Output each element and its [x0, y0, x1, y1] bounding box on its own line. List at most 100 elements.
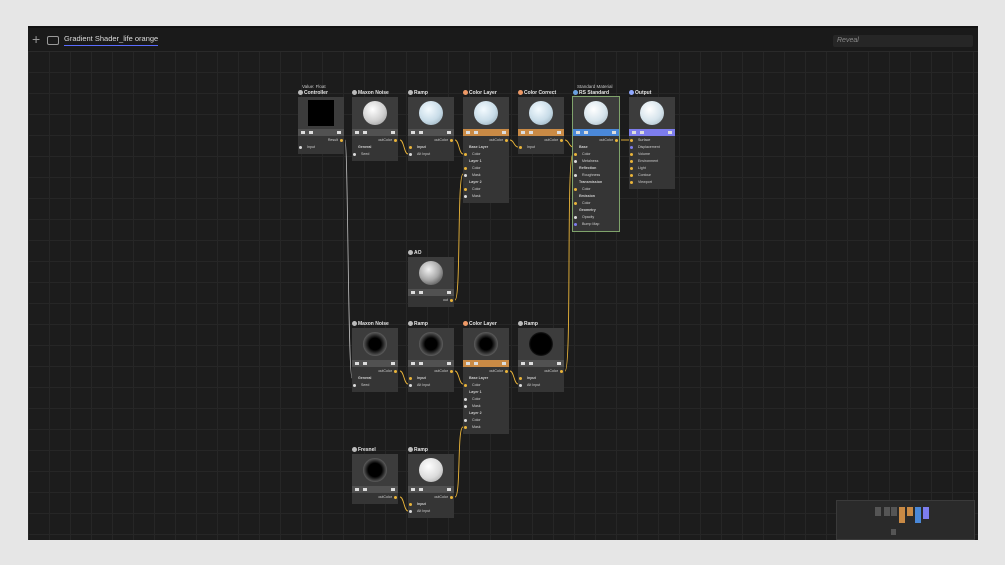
- port-input[interactable]: Bump Map: [573, 221, 619, 228]
- node-maxon-noise[interactable]: Maxon Noise outColor General Seed: [352, 90, 398, 161]
- node-toolbar[interactable]: [463, 129, 509, 136]
- node-ramp[interactable]: Ramp outColor Input Alt Input: [408, 90, 454, 161]
- port-output[interactable]: out: [408, 297, 454, 304]
- port-input[interactable]: Input: [408, 144, 454, 151]
- minimap[interactable]: [836, 500, 975, 540]
- port-input[interactable]: Seed: [352, 382, 398, 389]
- port-input[interactable]: Input: [518, 144, 564, 151]
- port-output[interactable]: outColor: [408, 137, 454, 144]
- port-input[interactable]: Alt Input: [408, 151, 454, 158]
- port-input[interactable]: Seed: [352, 151, 398, 158]
- port-input[interactable]: Roughness: [573, 172, 619, 179]
- port-output[interactable]: outColor: [408, 368, 454, 375]
- node-color-layer[interactable]: Color Layer outColor Base Layer Color La…: [463, 321, 509, 434]
- node-controller[interactable]: Value: Float Controller Result Input: [298, 84, 344, 154]
- port-input[interactable]: Environment: [629, 158, 675, 165]
- port-input[interactable]: Volume: [629, 151, 675, 158]
- port-group[interactable]: Reflection: [573, 165, 619, 172]
- port-group[interactable]: General: [352, 144, 398, 151]
- node-toolbar[interactable]: [352, 360, 398, 367]
- node-preview: [352, 328, 398, 360]
- port-input[interactable]: Color: [573, 186, 619, 193]
- port-group[interactable]: Emission: [573, 193, 619, 200]
- port-output[interactable]: Result: [298, 137, 344, 144]
- port-group[interactable]: Geometry: [573, 207, 619, 214]
- node-toolbar[interactable]: [352, 129, 398, 136]
- node-toolbar[interactable]: [573, 129, 619, 136]
- node-graph-canvas[interactable]: Value: Float Controller Result Input Max…: [28, 26, 978, 540]
- port-input[interactable]: Color: [463, 417, 509, 424]
- node-title: AO: [408, 250, 422, 256]
- port-output[interactable]: outColor: [518, 137, 564, 144]
- node-toolbar[interactable]: [298, 129, 344, 136]
- port-input[interactable]: Mask: [463, 403, 509, 410]
- port-group[interactable]: Base Layer: [463, 375, 509, 382]
- node-type-icon: [629, 90, 634, 95]
- port-input[interactable]: Displacement: [629, 144, 675, 151]
- node-title: Ramp: [518, 321, 538, 327]
- port-output[interactable]: outColor: [352, 494, 398, 501]
- node-output[interactable]: Output Surface Displacement Volume Envir…: [629, 90, 675, 189]
- port-group[interactable]: General: [352, 375, 398, 382]
- port-group[interactable]: Base Layer: [463, 144, 509, 151]
- node-toolbar[interactable]: [408, 360, 454, 367]
- port-input[interactable]: Color: [463, 151, 509, 158]
- port-input[interactable]: Color: [463, 382, 509, 389]
- node-maxon-noise[interactable]: Maxon Noise outColor General Seed: [352, 321, 398, 392]
- port-input[interactable]: Alt Input: [408, 382, 454, 389]
- node-toolbar[interactable]: [408, 486, 454, 493]
- port-input[interactable]: Contour: [629, 172, 675, 179]
- port-input[interactable]: Color: [463, 396, 509, 403]
- port-input[interactable]: Metalness: [573, 158, 619, 165]
- node-color-correct[interactable]: Color Correct outColor Input: [518, 90, 564, 154]
- node-title: Ramp: [408, 447, 428, 453]
- node-toolbar[interactable]: [518, 360, 564, 367]
- port-input[interactable]: Input: [408, 501, 454, 508]
- node-ramp[interactable]: Ramp outColor Input Alt Input: [408, 321, 454, 392]
- port-output[interactable]: outColor: [408, 494, 454, 501]
- port-input[interactable]: Mask: [463, 193, 509, 200]
- port-group[interactable]: Base: [573, 144, 619, 151]
- port-input[interactable]: Color: [573, 151, 619, 158]
- node-toolbar[interactable]: [408, 129, 454, 136]
- port-group[interactable]: Layer 1: [463, 389, 509, 396]
- port-input[interactable]: Input: [518, 375, 564, 382]
- port-output[interactable]: outColor: [463, 137, 509, 144]
- port-output[interactable]: outColor: [573, 137, 619, 144]
- node-ao[interactable]: AO out: [408, 250, 454, 307]
- port-input[interactable]: Color: [573, 200, 619, 207]
- port-input[interactable]: Input: [408, 375, 454, 382]
- port-group[interactable]: Transmission: [573, 179, 619, 186]
- port-output[interactable]: outColor: [518, 368, 564, 375]
- node-preview: [408, 328, 454, 360]
- port-input[interactable]: Light: [629, 165, 675, 172]
- port-input[interactable]: Opacity: [573, 214, 619, 221]
- node-toolbar[interactable]: [463, 360, 509, 367]
- port-group[interactable]: Layer 2: [463, 410, 509, 417]
- port-input[interactable]: Mask: [463, 172, 509, 179]
- port-input[interactable]: Color: [463, 165, 509, 172]
- node-toolbar[interactable]: [352, 486, 398, 493]
- node-toolbar[interactable]: [629, 129, 675, 136]
- node-ramp[interactable]: Ramp outColor Input Alt Input: [518, 321, 564, 392]
- port-input[interactable]: Viewport: [629, 179, 675, 186]
- port-group[interactable]: Layer 1: [463, 158, 509, 165]
- node-preview: [352, 454, 398, 486]
- port-output[interactable]: outColor: [352, 137, 398, 144]
- port-input[interactable]: Alt Input: [408, 508, 454, 515]
- port-group[interactable]: Layer 2: [463, 179, 509, 186]
- port-input[interactable]: Input: [298, 144, 344, 151]
- port-input[interactable]: Color: [463, 186, 509, 193]
- port-input[interactable]: Mask: [463, 424, 509, 431]
- port-input[interactable]: Alt Input: [518, 382, 564, 389]
- node-rs-standard[interactable]: Standard Material RS Standard outColor B…: [572, 84, 620, 232]
- node-type-icon: [408, 321, 413, 326]
- port-output[interactable]: outColor: [352, 368, 398, 375]
- port-input[interactable]: Surface: [629, 137, 675, 144]
- node-ramp[interactable]: Ramp outColor Input Alt Input: [408, 447, 454, 518]
- port-output[interactable]: outColor: [463, 368, 509, 375]
- node-color-layer[interactable]: Color Layer outColor Base Layer Color La…: [463, 90, 509, 203]
- node-toolbar[interactable]: [518, 129, 564, 136]
- node-fresnel[interactable]: Fresnel outColor: [352, 447, 398, 504]
- node-toolbar[interactable]: [408, 289, 454, 296]
